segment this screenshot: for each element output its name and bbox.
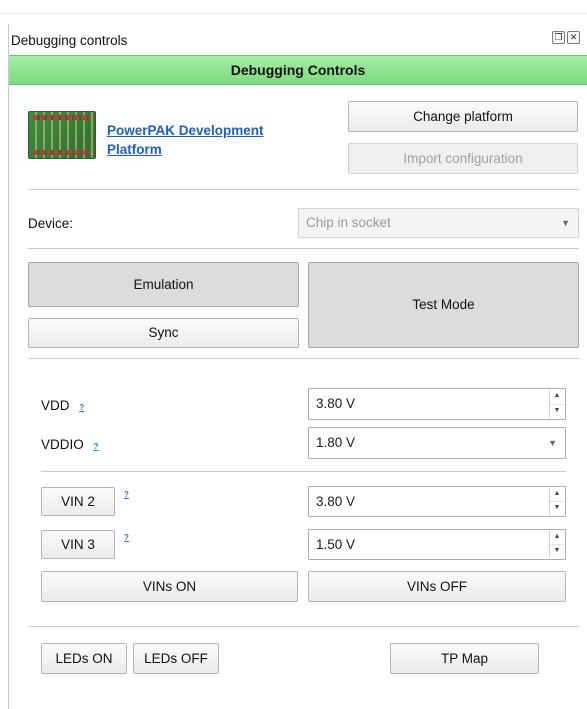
vins-off-button[interactable]: VINs OFF	[308, 571, 566, 602]
device-label: Device:	[28, 216, 74, 231]
vddio-value: 1.80 V	[316, 435, 356, 450]
test-mode-button[interactable]: Test Mode	[308, 262, 579, 348]
leds-on-button[interactable]: LEDs ON	[41, 643, 127, 674]
vddio-label-text: VDDIO	[41, 437, 84, 452]
spin-up-icon[interactable]: ▲	[550, 531, 564, 544]
vin3-button[interactable]: VIN 3	[41, 530, 115, 559]
platform-link-line1[interactable]: PowerPAK Development	[107, 121, 307, 140]
vin2-button[interactable]: VIN 2	[41, 487, 115, 516]
vin2-value[interactable]: 3.80 V	[316, 494, 355, 509]
vddio-select[interactable]: 1.80 V ▼	[308, 427, 566, 459]
spin-down-icon[interactable]: ▼	[550, 544, 564, 558]
platform-link[interactable]: PowerPAK Development Platform	[107, 121, 307, 159]
help-icon[interactable]: ?	[124, 490, 129, 499]
restore-icon[interactable]: ❐	[552, 31, 565, 44]
tp-map-button[interactable]: TP Map	[390, 643, 539, 674]
help-icon[interactable]: ?	[79, 403, 84, 412]
sync-button[interactable]: Sync	[28, 318, 299, 348]
divider	[28, 626, 579, 627]
emulation-button[interactable]: Emulation	[28, 262, 299, 307]
panel-title: Debugging controls	[11, 33, 128, 48]
vddio-label: VDDIO ?	[41, 437, 98, 452]
spin-up-icon[interactable]: ▲	[550, 390, 564, 404]
panel-left-border	[8, 24, 9, 709]
divider	[41, 471, 566, 472]
vins-on-button[interactable]: VINs ON	[41, 571, 298, 602]
help-icon[interactable]: ?	[94, 442, 99, 451]
device-select-value: Chip in socket	[306, 215, 391, 230]
spinner-arrows[interactable]: ▲ ▼	[549, 488, 564, 515]
chevron-down-icon: ▼	[548, 438, 557, 448]
device-select[interactable]: Chip in socket ▼	[298, 208, 579, 238]
divider	[28, 189, 579, 190]
help-icon[interactable]: ?	[124, 533, 129, 542]
close-icon[interactable]: ✕	[567, 31, 580, 44]
change-platform-button[interactable]: Change platform	[348, 101, 578, 132]
platform-link-line2[interactable]: Platform	[107, 140, 307, 159]
vdd-label: VDD ?	[41, 398, 84, 413]
spin-up-icon[interactable]: ▲	[550, 488, 564, 501]
spinner-arrows[interactable]: ▲ ▼	[549, 390, 564, 418]
vdd-label-text: VDD	[41, 398, 70, 413]
vin3-spinbox[interactable]: 1.50 V ▲ ▼	[308, 529, 566, 560]
title-icons: ❐ ✕	[552, 31, 580, 44]
spin-down-icon[interactable]: ▼	[550, 501, 564, 515]
chevron-down-icon: ▼	[561, 218, 570, 228]
leds-off-button[interactable]: LEDs OFF	[133, 643, 219, 674]
vdd-value[interactable]: 3.80 V	[316, 396, 355, 411]
spinner-arrows[interactable]: ▲ ▼	[549, 531, 564, 558]
board-image	[28, 111, 96, 159]
section-header: Debugging Controls	[9, 55, 587, 85]
import-configuration-button[interactable]: Import configuration	[348, 143, 578, 174]
vdd-spinbox[interactable]: 3.80 V ▲ ▼	[308, 388, 566, 420]
spin-down-icon[interactable]: ▼	[550, 403, 564, 419]
top-strip	[0, 0, 587, 14]
vin2-spinbox[interactable]: 3.80 V ▲ ▼	[308, 486, 566, 517]
divider	[28, 358, 579, 359]
divider	[28, 248, 579, 249]
vin3-value[interactable]: 1.50 V	[316, 537, 355, 552]
